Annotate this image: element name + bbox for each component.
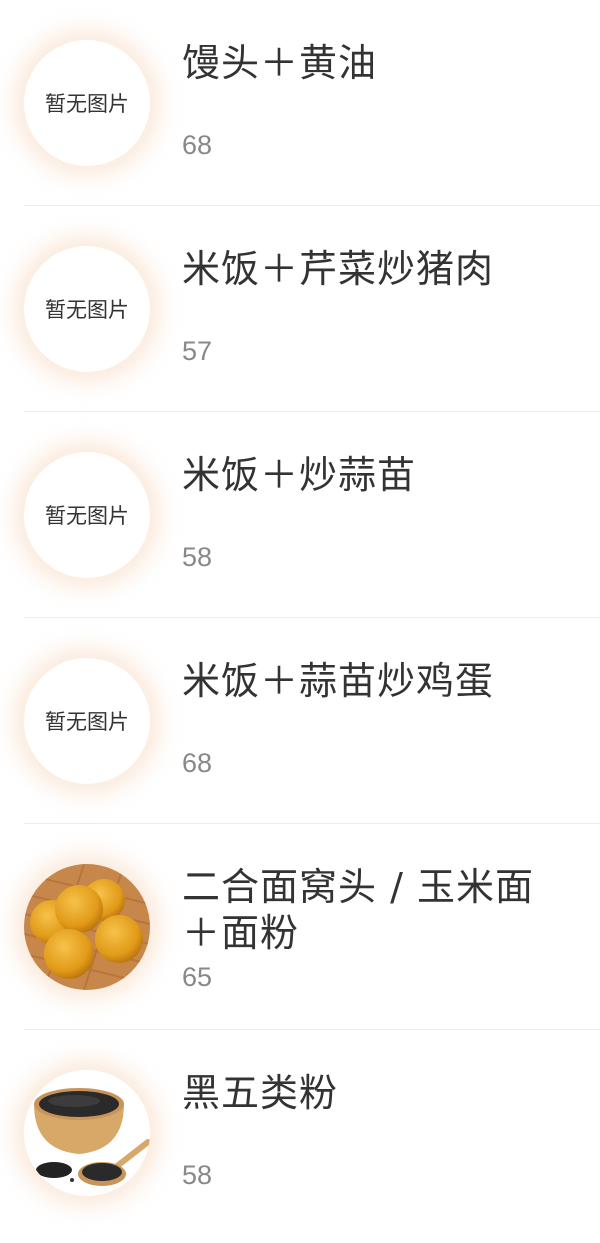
food-value: 57 <box>182 336 213 366</box>
food-name: 馒头＋黄油 <box>182 41 378 85</box>
food-name: 米饭＋炒蒜苗 <box>182 453 417 497</box>
black-powder-bowl-image <box>24 1070 150 1196</box>
food-image-placeholder: 暂无图片 <box>24 40 150 166</box>
list-item[interactable]: 黑五类粉 58 <box>24 1030 600 1236</box>
food-image-placeholder: 暂无图片 <box>24 246 150 372</box>
food-value: 58 <box>182 542 213 572</box>
no-image-label: 暂无图片 <box>45 298 129 322</box>
list-item[interactable]: 暂无图片 米饭＋炒蒜苗 58 <box>24 412 600 618</box>
food-name: 米饭＋芹菜炒猪肉 <box>182 247 495 291</box>
no-image-label: 暂无图片 <box>45 710 129 734</box>
list-item[interactable]: 暂无图片 米饭＋芹菜炒猪肉 57 <box>24 206 600 412</box>
food-value: 68 <box>182 130 213 160</box>
no-image-label: 暂无图片 <box>45 92 129 116</box>
food-value: 65 <box>182 962 213 992</box>
no-image-label: 暂无图片 <box>45 504 129 528</box>
cornbread-buns-photo <box>24 864 150 990</box>
cornbread-buns-image <box>24 864 150 990</box>
food-name: 二合面窝头 / 玉米面＋面粉 <box>182 865 534 955</box>
list-item[interactable]: 暂无图片 米饭＋蒜苗炒鸡蛋 68 <box>24 618 600 824</box>
food-image-placeholder: 暂无图片 <box>24 452 150 578</box>
food-list: 暂无图片 馒头＋黄油 68 暂无图片 米饭＋芹菜炒猪肉 57 暂无图片 米饭＋炒… <box>0 0 600 1243</box>
black-powder-bowl-photo <box>24 1070 150 1196</box>
list-item[interactable]: 二合面窝头 / 玉米面＋面粉 65 <box>24 824 600 1030</box>
list-item[interactable]: 暂无图片 馒头＋黄油 68 <box>24 0 600 206</box>
food-value: 58 <box>182 1160 213 1190</box>
food-name: 米饭＋蒜苗炒鸡蛋 <box>182 659 495 703</box>
food-value: 68 <box>182 748 213 778</box>
food-name: 黑五类粉 <box>182 1071 339 1115</box>
food-image-placeholder: 暂无图片 <box>24 658 150 784</box>
